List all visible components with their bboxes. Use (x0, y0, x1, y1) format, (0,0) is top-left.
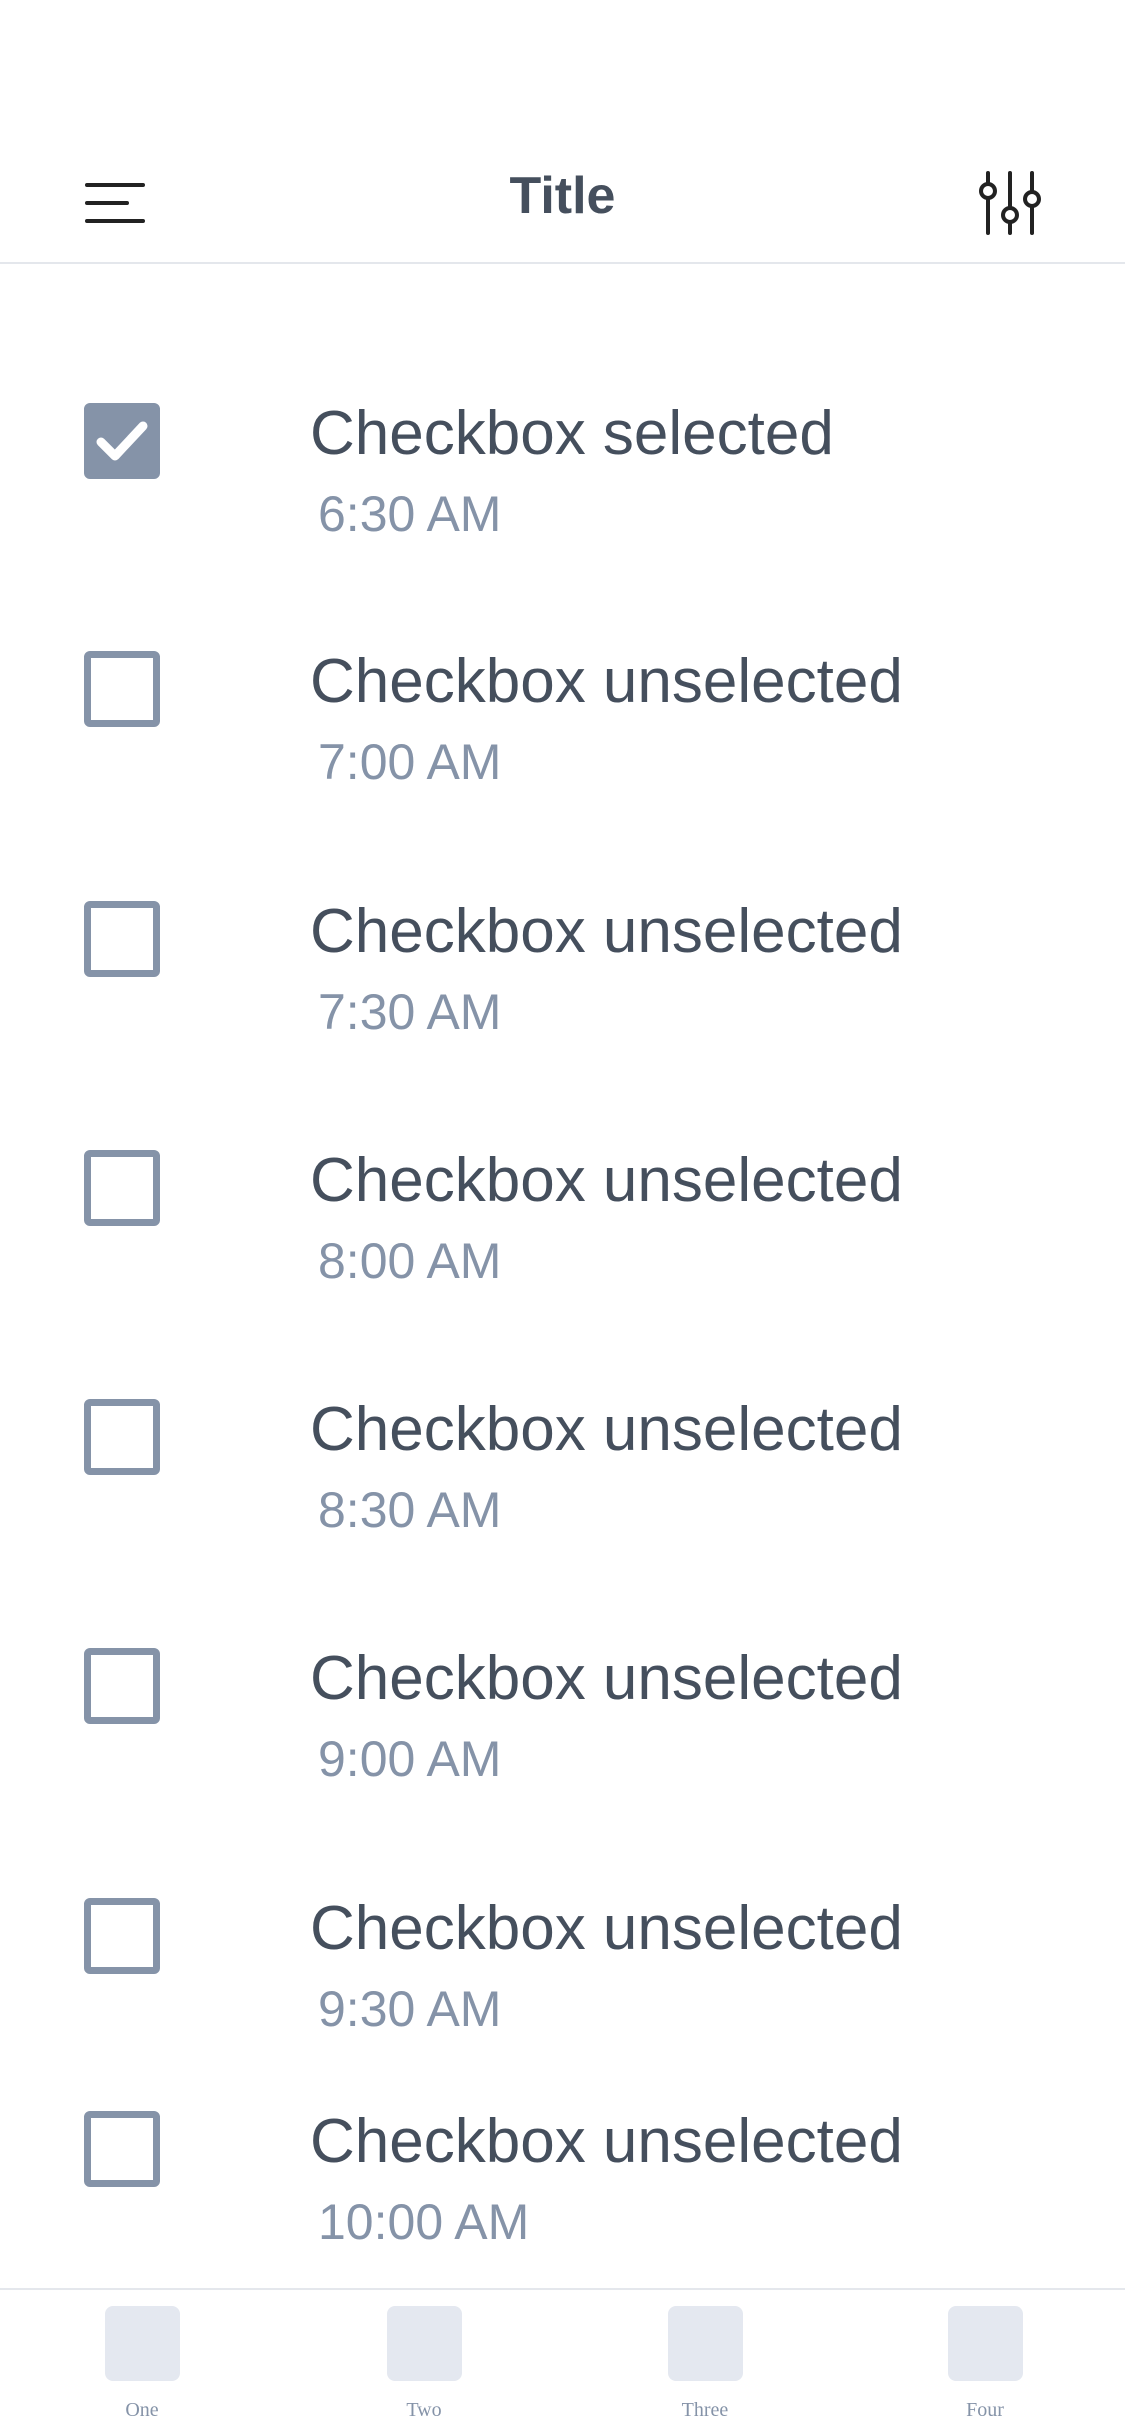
list-item-7[interactable]: Checkbox unselected 9:30 AM (0, 1763, 1125, 2034)
list-item-label: Checkbox unselected (310, 1146, 903, 1215)
list-item-4[interactable]: Checkbox unselected 8:00 AM (0, 1015, 1125, 1286)
tab-placeholder-icon (105, 2306, 180, 2381)
checkbox-checked[interactable] (84, 403, 160, 479)
tab-four[interactable]: Four (910, 2306, 1060, 2426)
screen: Title Checkbox selected 6:30 AM Checkbox… (0, 0, 1125, 2436)
tab-label: Two (406, 2399, 442, 2421)
list-item-time: 10:00 AM (318, 2194, 530, 2250)
checkbox-unchecked[interactable] (84, 651, 160, 727)
tab-placeholder-icon (387, 2306, 462, 2381)
filter-button[interactable] (965, 158, 1055, 248)
list-item-label: Checkbox unselected (310, 2107, 903, 2176)
tab-placeholder-icon (668, 2306, 743, 2381)
tab-label: One (125, 2399, 159, 2421)
list-item-label: Checkbox unselected (310, 647, 903, 716)
list-item-5[interactable]: Checkbox unselected 8:30 AM (0, 1264, 1125, 1535)
list-item-6[interactable]: Checkbox unselected 9:00 AM (0, 1513, 1125, 1784)
checkbox-unchecked[interactable] (84, 1648, 160, 1724)
list-item-label: Checkbox unselected (310, 1395, 903, 1464)
list-item-label: Checkbox unselected (310, 1894, 903, 1963)
tab-two[interactable]: Two (349, 2306, 499, 2426)
checkmark-icon (96, 421, 148, 461)
list-item-label: Checkbox unselected (310, 1644, 903, 1713)
checkbox-unchecked[interactable] (84, 2111, 160, 2187)
tab-placeholder-icon (948, 2306, 1023, 2381)
list-item-8[interactable]: Checkbox unselected 10:00 AM (0, 1976, 1125, 2247)
tab-bar: One Two Three Four (0, 2288, 1125, 2436)
checkbox-unchecked[interactable] (84, 1399, 160, 1475)
list-item-label: Checkbox selected (310, 399, 834, 468)
checkbox-unchecked[interactable] (84, 1898, 160, 1974)
sliders-icon (979, 171, 1041, 235)
list-item-3[interactable]: Checkbox unselected 7:30 AM (0, 766, 1125, 1037)
checkbox-unchecked[interactable] (84, 901, 160, 977)
list-item-label: Checkbox unselected (310, 897, 903, 966)
tab-label: Three (681, 2399, 729, 2421)
list-item-2[interactable]: Checkbox unselected 7:00 AM (0, 516, 1125, 787)
page-title: Title (509, 167, 616, 225)
nav-bar: Title (0, 132, 1125, 264)
checkbox-unchecked[interactable] (84, 1150, 160, 1226)
tab-three[interactable]: Three (630, 2306, 780, 2426)
list-item-1[interactable]: Checkbox selected 6:30 AM (0, 266, 1125, 539)
tab-one[interactable]: One (67, 2306, 217, 2426)
tab-label: Four (966, 2399, 1004, 2421)
